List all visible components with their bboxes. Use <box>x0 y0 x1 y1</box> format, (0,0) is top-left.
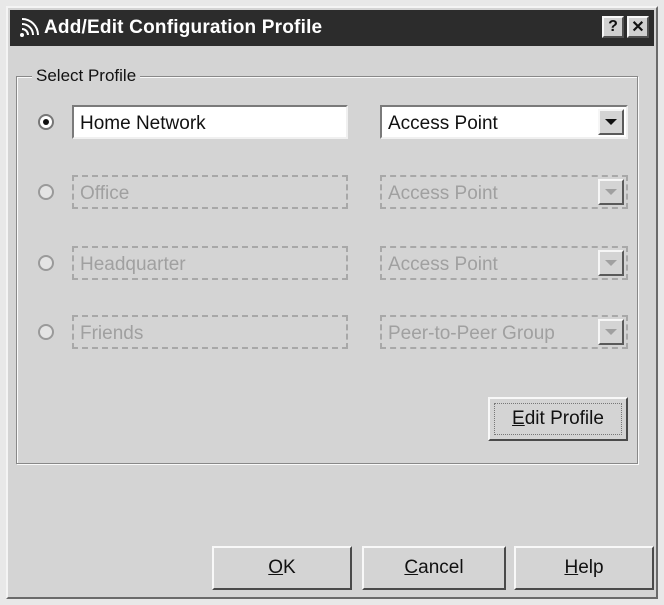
edit-profile-button[interactable]: Edit Profile <box>488 397 628 441</box>
profile-name-field-2[interactable]: Office <box>72 175 348 209</box>
profile-type-value-3: Access Point <box>388 254 498 275</box>
profile-type-value-2: Access Point <box>388 183 498 204</box>
radio-profile-2[interactable] <box>38 184 54 200</box>
profile-type-select-3[interactable]: Access Point <box>380 246 628 280</box>
radio-profile-3[interactable] <box>38 255 54 271</box>
chevron-down-icon[interactable] <box>598 250 624 276</box>
wireless-signal-icon <box>20 18 39 37</box>
profile-type-select-2[interactable]: Access Point <box>380 175 628 209</box>
help-label: elp <box>578 557 604 578</box>
cancel-label: ancel <box>418 557 464 578</box>
profile-name-field-3[interactable]: Headquarter <box>72 246 348 280</box>
radio-profile-4[interactable] <box>38 324 54 340</box>
cancel-mnemonic: C <box>404 557 419 578</box>
profile-type-value-4: Peer-to-Peer Group <box>388 323 555 344</box>
window-title: Add/Edit Configuration Profile <box>44 17 323 38</box>
help-title-button[interactable]: ? <box>602 16 624 38</box>
ok-button[interactable]: OK <box>212 546 352 590</box>
ok-mnemonic: O <box>268 557 284 578</box>
group-label: Select Profile <box>32 66 141 86</box>
ok-label: K <box>283 557 296 578</box>
profile-type-value-1: Access Point <box>388 113 498 134</box>
cancel-button[interactable]: Cancel <box>362 546 506 590</box>
focus-outline <box>494 403 622 435</box>
profile-type-select-4[interactable]: Peer-to-Peer Group <box>380 315 628 349</box>
profile-name-field-4[interactable]: Friends <box>72 315 348 349</box>
help-mnemonic: H <box>564 557 579 578</box>
radio-profile-1[interactable] <box>38 114 54 130</box>
chevron-down-icon[interactable] <box>598 109 624 135</box>
profile-type-select-1[interactable]: Access Point <box>380 105 628 139</box>
profile-name-field-1[interactable]: Home Network <box>72 105 348 139</box>
help-button[interactable]: Help <box>514 546 654 590</box>
chevron-down-icon[interactable] <box>598 319 624 345</box>
title-bar[interactable]: Add/Edit Configuration Profile ? ✕ <box>10 10 654 46</box>
radio-dot <box>43 119 49 125</box>
close-button[interactable]: ✕ <box>627 16 649 38</box>
chevron-down-icon[interactable] <box>598 179 624 205</box>
